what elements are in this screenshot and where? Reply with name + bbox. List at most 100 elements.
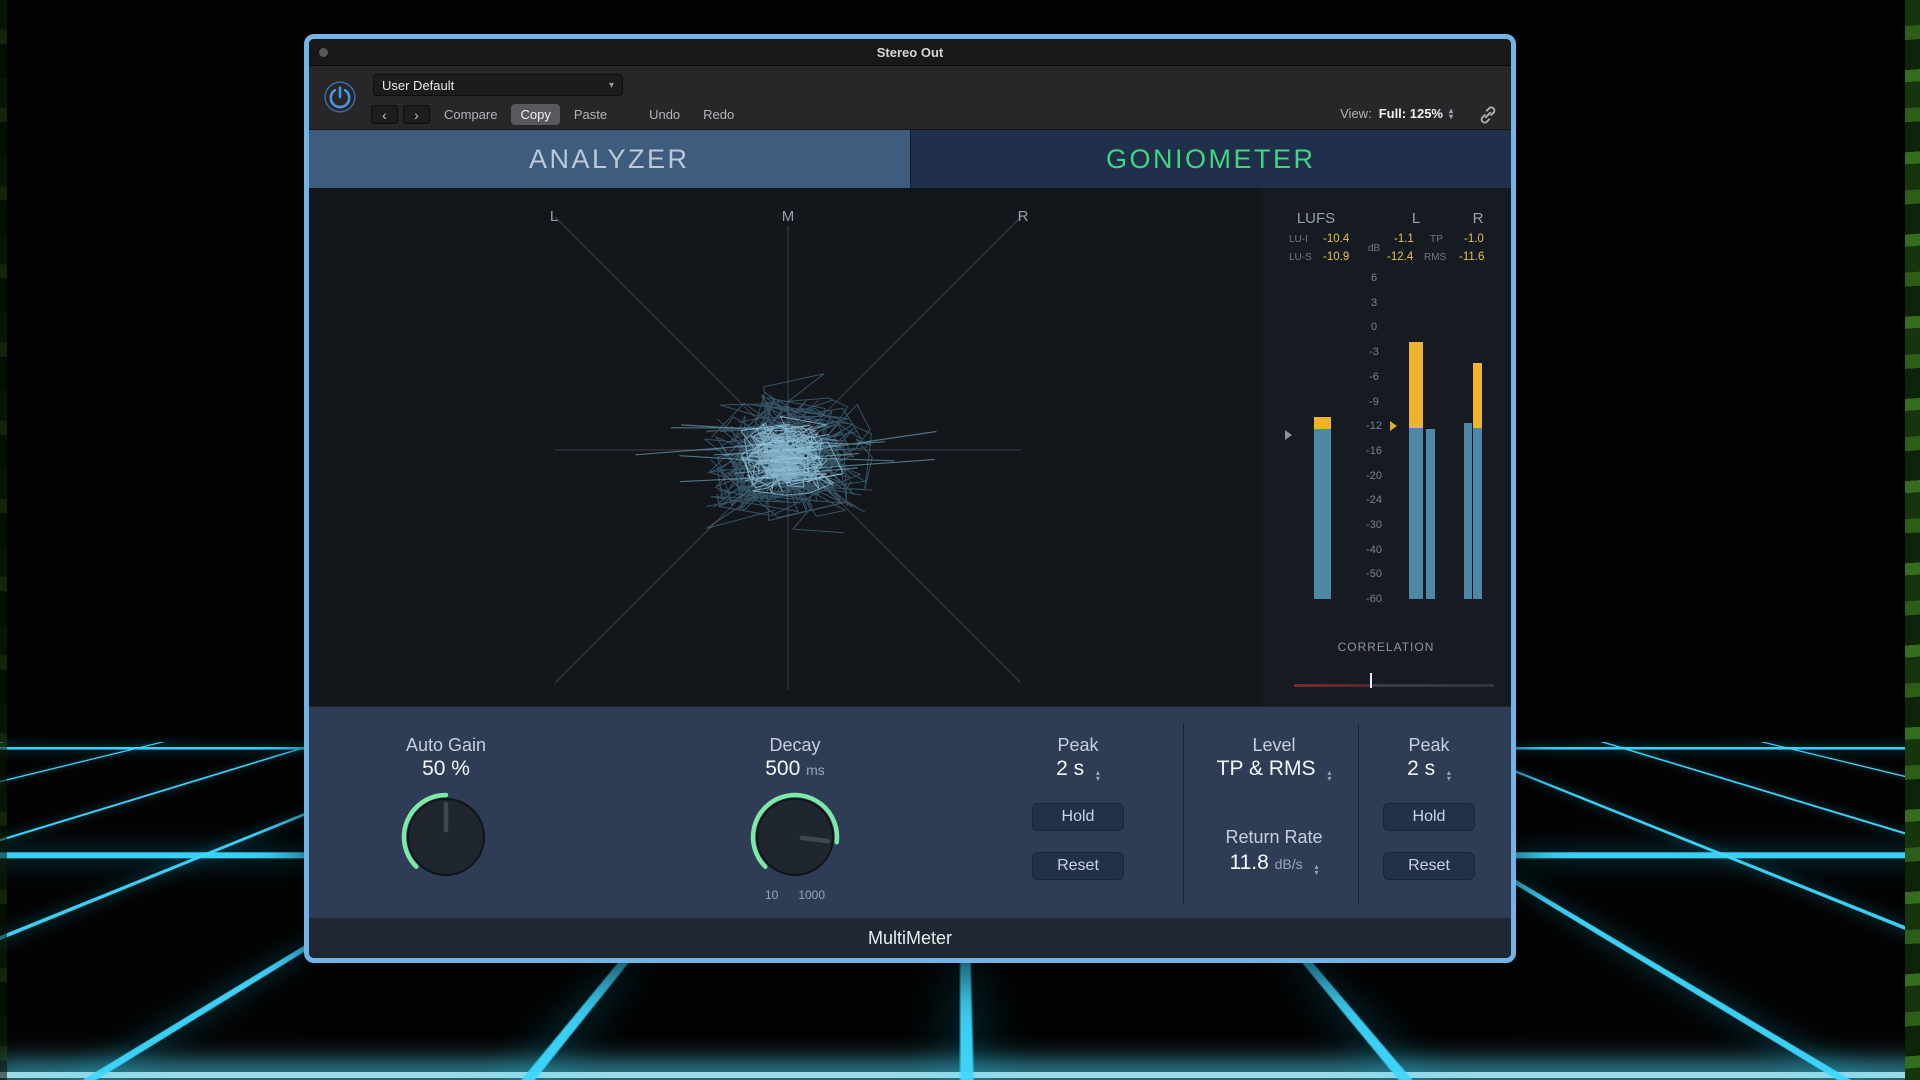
preset-selector[interactable]: User Default ▾ xyxy=(373,74,623,96)
lufs-target-marker xyxy=(1285,430,1292,440)
window-titlebar[interactable]: Stereo Out xyxy=(309,39,1511,66)
correlation-indicator xyxy=(1370,673,1372,688)
tab-analyzer[interactable]: ANALYZER xyxy=(309,130,910,188)
decay-knob[interactable] xyxy=(749,791,841,883)
transport-controls: ‹ › Compare Copy Paste Undo Redo xyxy=(371,104,743,125)
link-button[interactable] xyxy=(1477,104,1499,126)
multimeter-plugin-window: Stereo Out User Default ▾ ‹ › Compare Co… xyxy=(304,34,1516,963)
goniometer-peak-group: Peak 2 s ▴▾ Hold Reset xyxy=(968,707,1188,918)
lu-s-label: LU-S xyxy=(1289,252,1312,263)
lu-s-value: -10.9 xyxy=(1323,251,1349,263)
right-rms-bar xyxy=(1464,423,1472,599)
window-title: Stereo Out xyxy=(877,45,943,60)
rms-right-value: -11.6 xyxy=(1459,251,1484,263)
redo-button[interactable]: Redo xyxy=(694,104,743,125)
undo-button[interactable]: Undo xyxy=(640,104,689,125)
chevron-down-icon: ▾ xyxy=(609,80,614,91)
meter-scale-tick: -40 xyxy=(1354,544,1394,556)
knob-body xyxy=(757,799,833,875)
return-rate-value: 11.8 xyxy=(1229,851,1268,874)
chain-link-icon xyxy=(1477,104,1499,126)
preset-value: User Default xyxy=(382,78,454,93)
auto-gain-value[interactable]: 50 % xyxy=(336,757,556,781)
tab-goniometer[interactable]: GONIOMETER xyxy=(910,130,1512,188)
tp-label: TP xyxy=(1430,234,1443,245)
left-rms-bar xyxy=(1426,429,1435,599)
view-size-selector[interactable]: Full: 125% ▴▾ xyxy=(1379,106,1453,121)
reset-button[interactable]: Reset xyxy=(1032,852,1124,880)
level-meter-panel: LUFS L R LU-I -10.4 LU-S -10.9 dB -1.1 T… xyxy=(1261,188,1511,706)
lufs-bar-peak xyxy=(1314,417,1331,429)
peak-value: 2 s xyxy=(1056,757,1084,780)
grid-glow-line xyxy=(0,1072,1920,1078)
meter-scale-tick: -3 xyxy=(1354,346,1394,358)
previous-preset-button[interactable]: ‹ xyxy=(371,105,398,124)
auto-gain-group: Auto Gain 50 % xyxy=(336,707,556,918)
correlation-label: CORRELATION xyxy=(1261,640,1511,654)
level-peak-marker xyxy=(1390,421,1397,431)
plugin-footer: MultiMeter xyxy=(309,918,1511,958)
return-rate-unit: dB/s xyxy=(1275,856,1303,872)
foliage-strip-right xyxy=(1905,0,1920,1080)
correlation-meter xyxy=(1294,684,1494,687)
peak-value-selector[interactable]: 2 s ▴▾ xyxy=(1319,757,1516,782)
left-truepeak-bar xyxy=(1409,428,1423,599)
meter-scale-tick: 3 xyxy=(1354,297,1394,309)
lu-i-value: -10.4 xyxy=(1323,233,1349,245)
db-unit-label: dB xyxy=(1368,243,1380,254)
decay-number: 500 xyxy=(765,757,800,780)
meter-scale-tick: 0 xyxy=(1354,321,1394,333)
view-controls: View: Full: 125% ▴▾ xyxy=(1340,106,1453,121)
right-truepeak-bar-peak xyxy=(1473,363,1482,428)
stepper-icon: ▴▾ xyxy=(1447,770,1451,782)
power-icon xyxy=(323,80,357,114)
power-button[interactable] xyxy=(323,80,357,114)
view-size-value: Full: 125% xyxy=(1379,106,1443,121)
view-label: View: xyxy=(1340,106,1372,121)
peak-value: 2 s xyxy=(1407,757,1435,780)
auto-gain-label: Auto Gain xyxy=(336,735,556,756)
meter-scale-tick: -60 xyxy=(1354,593,1394,605)
meter-scale-tick: -24 xyxy=(1354,494,1394,506)
decay-group: Decay 500 ms 10 1000 xyxy=(685,707,905,918)
meter-left-label: L xyxy=(1412,210,1420,227)
lufs-bar xyxy=(1314,429,1331,599)
left-truepeak-bar-peak xyxy=(1409,342,1423,428)
gonio-label-right: R xyxy=(1018,208,1029,225)
plugin-header: User Default ▾ ‹ › Compare Copy Paste Un… xyxy=(309,66,1511,130)
level-peak-group: Peak 2 s ▴▾ Hold Reset xyxy=(1319,707,1516,918)
decay-max-label: 1000 xyxy=(798,888,825,902)
paste-button[interactable]: Paste xyxy=(565,104,616,125)
meter-scale-tick: 6 xyxy=(1354,272,1394,284)
hold-button[interactable]: Hold xyxy=(1383,803,1475,831)
decay-unit: ms xyxy=(806,762,825,778)
tp-left-value: -1.1 xyxy=(1394,233,1414,245)
stepper-icon: ▴▾ xyxy=(1315,864,1319,876)
meter-scale-tick: -16 xyxy=(1354,445,1394,457)
gonio-label-left: L xyxy=(550,208,558,225)
compare-button[interactable]: Compare xyxy=(435,104,506,125)
reset-button[interactable]: Reset xyxy=(1383,852,1475,880)
meter-body: 630-3-6-9-12-16-20-24-30-40-50-60 xyxy=(1261,270,1511,622)
rms-label: RMS xyxy=(1424,252,1446,263)
next-preset-button[interactable]: › xyxy=(403,105,430,124)
decay-value[interactable]: 500 ms xyxy=(685,757,905,781)
peak-label: Peak xyxy=(1319,735,1516,756)
window-close-button[interactable] xyxy=(319,48,328,57)
view-tabs: ANALYZER GONIOMETER xyxy=(309,130,1511,188)
auto-gain-knob[interactable] xyxy=(400,791,492,883)
level-mode-value: TP & RMS xyxy=(1217,757,1316,780)
stepper-icon: ▴▾ xyxy=(1096,770,1100,782)
hold-button[interactable]: Hold xyxy=(1032,803,1124,831)
control-panel: Auto Gain 50 % Decay 500 ms 10 1000 xyxy=(309,706,1511,918)
plugin-name: MultiMeter xyxy=(868,928,952,949)
copy-button[interactable]: Copy xyxy=(511,104,559,125)
gonio-label-mid: M xyxy=(782,208,795,225)
stepper-icon: ▴▾ xyxy=(1449,108,1453,120)
foliage-strip-left xyxy=(0,0,7,1080)
goniometer-svg xyxy=(309,188,1261,706)
meter-scale-tick: -30 xyxy=(1354,519,1394,531)
tp-right-value: -1.0 xyxy=(1464,233,1484,245)
peak-value-selector[interactable]: 2 s ▴▾ xyxy=(968,757,1188,782)
meter-scale-tick: -9 xyxy=(1354,396,1394,408)
